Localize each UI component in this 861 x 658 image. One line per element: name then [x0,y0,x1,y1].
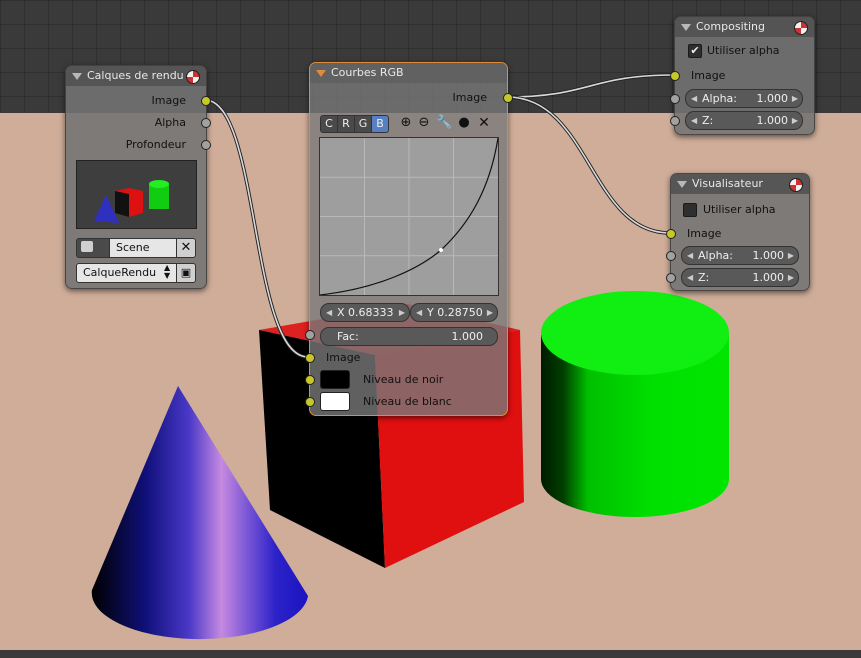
alpha-value: 1.000 [752,249,785,262]
input-image-label: Image [326,351,361,364]
input-fac-socket[interactable] [305,330,315,340]
input-alpha-socket[interactable] [670,94,680,104]
viewer-node[interactable]: Visualisateur Utiliser alpha Image ◀ Alp… [666,173,810,291]
render-camera-button[interactable]: ▣ [176,263,196,283]
collapse-arrow-icon[interactable] [681,24,691,31]
curve-x-label: X 0.68333 [337,306,394,319]
output-depth-label: Profondeur [125,138,186,151]
input-image-socket[interactable] [305,353,315,363]
preview-image [94,180,169,223]
use-alpha-checkbox[interactable] [683,203,697,217]
curve-canvas[interactable] [319,137,499,296]
layer-name-dropdown[interactable]: CalqueRendu [76,263,177,283]
collapse-arrow-icon[interactable] [677,181,687,188]
z-label: Z: [702,114,714,127]
zoom-out-icon[interactable]: ⊖ [416,115,432,131]
input-image-label: Image [687,227,722,240]
output-alpha-label: Alpha [154,116,186,129]
collapse-arrow-icon[interactable] [72,73,82,80]
input-white-level-socket[interactable] [305,397,315,407]
alpha-label: Alpha: [698,249,733,262]
input-image-socket[interactable] [666,229,676,239]
rgb-curves-header[interactable]: Courbes RGB [310,63,507,83]
input-z-socket[interactable] [670,116,680,126]
composite-node[interactable]: Compositing ✔ Utiliser alpha Image ◀ Alp… [670,16,815,135]
z-value: 1.000 [756,114,789,127]
output-image-label: Image [452,91,487,104]
render-layers-node[interactable]: Calques de rendu Image Alpha Profondeur … [65,65,211,289]
zoom-in-icon[interactable]: ⊕ [398,115,414,131]
node-options-icon[interactable] [186,70,200,84]
scene-selector[interactable]: Scene ✕ [76,238,196,258]
fac-value: 1.000 [451,330,484,343]
use-alpha-label: Utiliser alpha [703,203,776,216]
node-options-icon[interactable] [789,178,803,192]
use-alpha-label: Utiliser alpha [707,44,780,57]
z-field[interactable]: ◀ Z: 1.000 ▶ [681,268,799,287]
z-field[interactable]: ◀ Z: 1.000 ▶ [685,111,803,130]
output-image-label: Image [151,94,186,107]
node-editor[interactable]: Calques de rendu Image Alpha Profondeur … [0,0,861,658]
alpha-value: 1.000 [756,92,789,105]
input-image-socket[interactable] [670,71,680,81]
channel-c-button[interactable]: C [320,115,338,133]
input-z-socket[interactable] [666,273,676,283]
curve-point[interactable] [439,248,443,252]
point-icon[interactable]: ● [456,115,472,131]
close-icon[interactable]: ✕ [476,115,492,131]
output-image-socket[interactable] [503,93,513,103]
input-image-label: Image [691,69,726,82]
rgb-curves-title: Courbes RGB [331,66,404,79]
curve-y-field[interactable]: ◀ Y 0.28750 ▶ [410,303,498,322]
render-layers-header[interactable]: Calques de rendu [66,66,206,86]
input-black-level-socket[interactable] [305,375,315,385]
curve-graph[interactable] [319,137,499,296]
wrench-icon[interactable]: 🔧 [436,115,452,131]
input-black-level-label: Niveau de noir [363,373,444,386]
curve-tools: ⊕ ⊖ 🔧 ● ✕ [398,115,498,133]
composite-header[interactable]: Compositing [675,17,814,37]
white-level-swatch[interactable] [320,392,350,411]
scene-icon [81,241,93,252]
viewer-title: Visualisateur [692,177,763,190]
rgb-curves-node[interactable]: Courbes RGB Image C R G B ⊕ ⊖ 🔧 ● ✕ ◀ X … [305,62,513,416]
node-options-icon[interactable] [794,21,808,35]
channel-r-button[interactable]: R [337,115,355,133]
z-value: 1.000 [752,271,785,284]
channel-buttons: C R G B [320,115,400,133]
layer-selector[interactable]: CalqueRendu ▲ ▼ ▣ [76,263,196,283]
alpha-label: Alpha: [702,92,737,105]
fac-label: Fac: [337,330,359,343]
scene-clear-button[interactable]: ✕ [176,238,196,258]
z-label: Z: [698,271,710,284]
curve-y-label: Y 0.28750 [427,306,483,319]
black-level-swatch[interactable] [320,370,350,389]
output-depth-socket[interactable] [201,140,211,150]
use-alpha-checkbox[interactable]: ✔ [688,44,702,58]
channel-g-button[interactable]: G [354,115,372,133]
channel-b-button[interactable]: B [371,115,389,133]
viewer-header[interactable]: Visualisateur [671,174,809,194]
input-alpha-socket[interactable] [666,251,676,261]
collapse-arrow-icon[interactable] [316,70,326,77]
fac-field[interactable]: Fac: 1.000 [320,327,498,346]
layer-preview-thumbnail [76,160,197,229]
alpha-field[interactable]: ◀ Alpha: 1.000 ▶ [681,246,799,265]
dropdown-arrows-icon: ▲ ▼ [164,263,171,280]
render-layers-title: Calques de rendu [87,69,184,82]
alpha-field[interactable]: ◀ Alpha: 1.000 ▶ [685,89,803,108]
curve-x-field[interactable]: ◀ X 0.68333 ▶ [320,303,410,322]
composite-title: Compositing [696,20,765,33]
scene-name-field[interactable]: Scene [109,238,177,258]
output-image-socket[interactable] [201,96,211,106]
output-alpha-socket[interactable] [201,118,211,128]
input-white-level-label: Niveau de blanc [363,395,452,408]
